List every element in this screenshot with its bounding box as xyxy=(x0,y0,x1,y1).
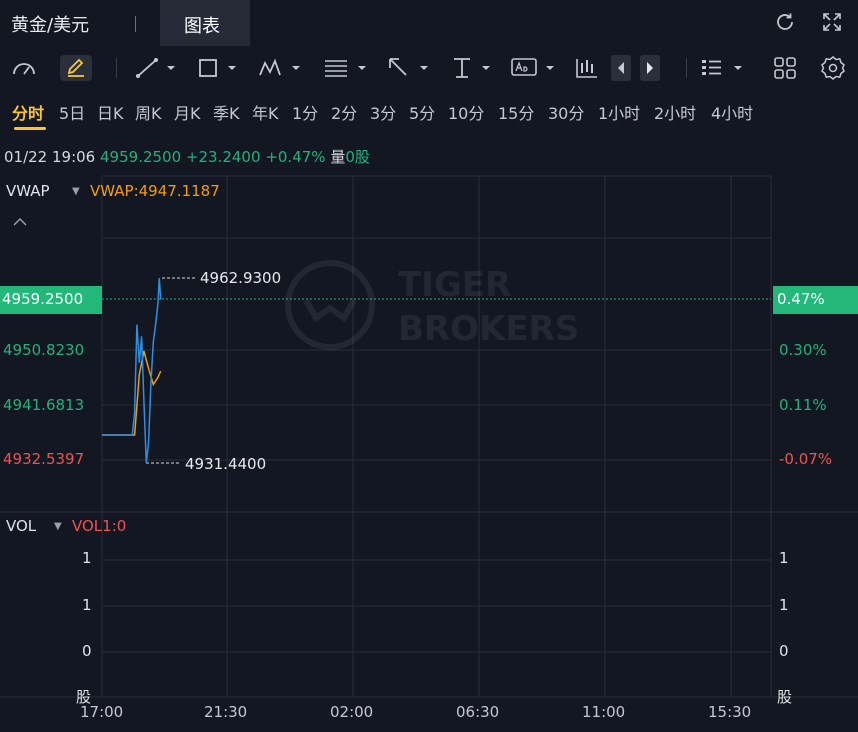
current-pct-tag: 0.47% xyxy=(773,286,858,314)
vwap-dropdown-icon[interactable]: ▼ xyxy=(72,186,80,197)
vol-y-left-label: 1 xyxy=(82,549,92,567)
vol-dropdown-icon[interactable]: ▼ xyxy=(54,521,62,532)
vol-y-left-label: 0 xyxy=(82,642,92,660)
vol-y-right-label: 0 xyxy=(779,642,789,660)
watermark-logo: TIGER BROKERS xyxy=(285,260,579,350)
y-left-label: 4950.8230 xyxy=(3,341,85,359)
y-left-label: 4941.6813 xyxy=(3,396,85,414)
collapse-caret-icon xyxy=(13,217,27,226)
vol-y-right-label: 1 xyxy=(779,549,789,567)
y-left-label: 4932.5397 xyxy=(3,450,85,468)
y-right-label: 0.30% xyxy=(779,341,827,359)
vwap-indicator-value: VWAP:4947.1187 xyxy=(90,182,220,200)
current-price-tag: 4959.2500 xyxy=(0,286,102,314)
x-axis-label: 11:00 xyxy=(582,703,626,721)
current-price-tag-text: 4959.2500 xyxy=(2,290,84,308)
x-axis-label: 17:00 xyxy=(80,703,124,721)
chart-canvas[interactable]: TIGER BROKERS xyxy=(0,0,858,732)
series-layer xyxy=(102,277,162,464)
high-price-label: 4962.9300 xyxy=(200,269,282,287)
x-axis-label: 21:30 xyxy=(204,703,248,721)
x-axis-label: 06:30 xyxy=(456,703,500,721)
x-axis-label: 02:00 xyxy=(330,703,374,721)
current-pct-tag-text: 0.47% xyxy=(777,290,825,308)
y-right-label: -0.07% xyxy=(779,450,833,468)
vwap-indicator-name[interactable]: VWAP xyxy=(6,182,50,200)
low-price-label: 4931.4400 xyxy=(185,455,267,473)
vol-y-left-label: 1 xyxy=(82,596,92,614)
vol-indicator-value: VOL1:0 xyxy=(72,517,127,535)
vol-indicator-name[interactable]: VOL xyxy=(6,517,36,535)
vol-y-right-label: 1 xyxy=(779,596,789,614)
price-series-line xyxy=(102,277,162,464)
watermark-text-2: BROKERS xyxy=(398,309,579,349)
grid xyxy=(0,175,858,698)
vol-y-right-label: 股 xyxy=(777,688,793,706)
x-axis-label: 15:30 xyxy=(708,703,752,721)
y-right-label: 0.11% xyxy=(779,396,827,414)
